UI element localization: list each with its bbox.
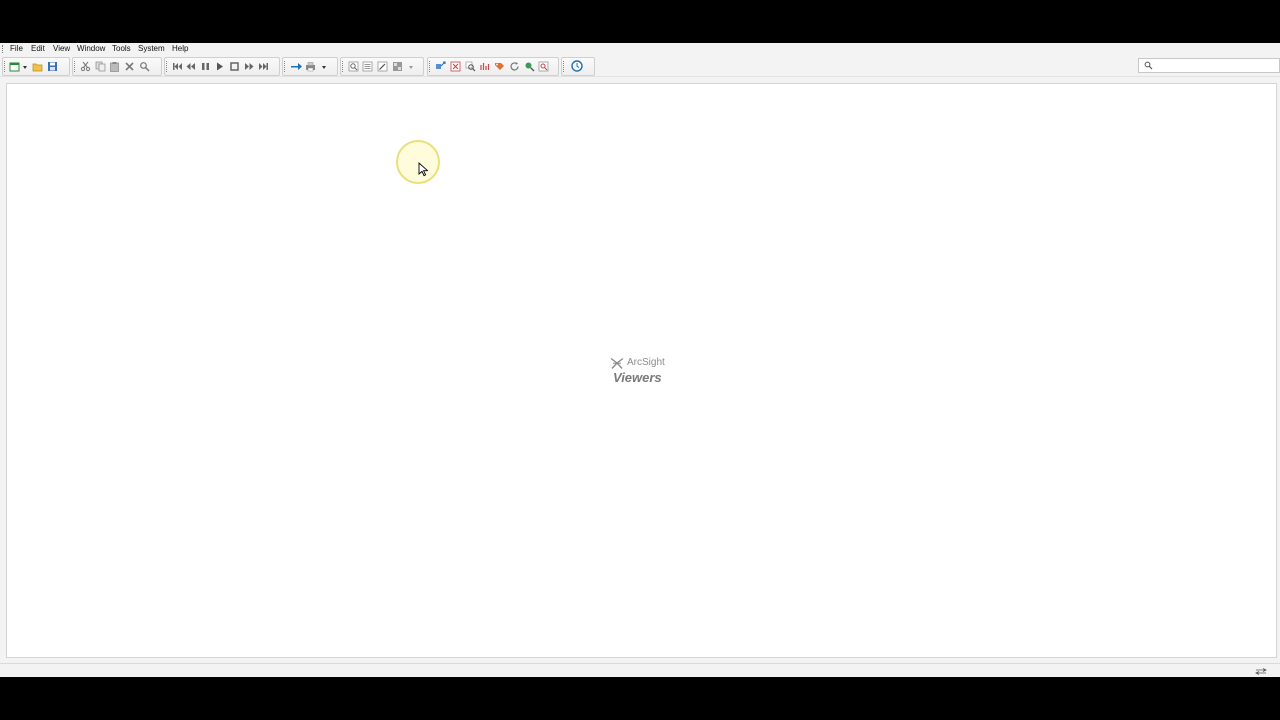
stop-icon[interactable] <box>229 61 240 72</box>
menu-edit[interactable]: Edit <box>29 44 47 54</box>
tag-icon[interactable] <box>494 61 505 72</box>
view-dropdown-icon[interactable] <box>409 66 413 69</box>
grid-view-icon[interactable] <box>392 61 403 72</box>
search-field[interactable] <box>1138 58 1280 73</box>
toolbar-view-group <box>340 57 424 76</box>
edit-view-icon[interactable] <box>377 61 388 72</box>
copy-icon[interactable] <box>95 61 106 72</box>
new-icon[interactable] <box>9 61 20 72</box>
menu-file[interactable]: File <box>8 44 25 54</box>
print-icon[interactable] <box>305 61 316 72</box>
toolbar <box>0 56 1280 77</box>
magnifier-icon <box>1144 61 1153 70</box>
play-icon[interactable] <box>214 61 225 72</box>
zoom-icon[interactable] <box>465 61 476 72</box>
refresh-icon[interactable] <box>509 61 520 72</box>
signal-icon[interactable] <box>479 61 490 72</box>
zoom-view-icon[interactable] <box>348 61 359 72</box>
toolbar-playback-group <box>164 57 280 76</box>
cut-icon[interactable] <box>80 61 91 72</box>
mouse-cursor-icon <box>418 162 428 177</box>
find-icon[interactable] <box>139 61 150 72</box>
send-icon[interactable] <box>290 61 303 72</box>
inspect-icon[interactable] <box>435 61 446 72</box>
brand-name: ArcSight <box>627 357 665 368</box>
menu-tools[interactable]: Tools <box>110 44 133 54</box>
menu-grip <box>2 45 5 53</box>
filter-icon[interactable] <box>450 61 461 72</box>
save-icon[interactable] <box>47 61 58 72</box>
resize-grip-icon[interactable] <box>1255 668 1267 676</box>
toolbar-time-group <box>561 57 595 76</box>
application-window: File Edit View Window Tools System Help <box>0 43 1280 677</box>
new-dropdown-icon[interactable] <box>23 66 27 69</box>
rewind-icon[interactable] <box>185 61 196 72</box>
paste-icon[interactable] <box>109 61 120 72</box>
status-bar <box>0 663 1280 677</box>
toolbar-file-group <box>2 57 70 76</box>
list-view-icon[interactable] <box>362 61 373 72</box>
toolbar-edit-group <box>72 57 162 76</box>
menu-view[interactable]: View <box>51 44 72 54</box>
search-globe-icon[interactable] <box>524 61 535 72</box>
viewer-panel: ArcSight Viewers <box>6 83 1277 658</box>
delete-icon[interactable] <box>124 61 135 72</box>
brand-logo: ArcSight Viewers <box>609 354 689 390</box>
print-dropdown-icon[interactable] <box>322 66 326 69</box>
search-input[interactable] <box>1155 60 1275 71</box>
menu-bar: File Edit View Window Tools System Help <box>0 43 1280 55</box>
menu-system[interactable]: System <box>136 44 167 54</box>
last-icon[interactable] <box>258 61 269 72</box>
toolbar-send-group <box>282 57 338 76</box>
image-search-icon[interactable] <box>538 61 549 72</box>
menu-help[interactable]: Help <box>170 44 190 54</box>
toolbar-tools-group <box>427 57 559 76</box>
arcsight-logo-icon <box>610 357 624 369</box>
clock-icon[interactable] <box>571 60 583 72</box>
brand-product-name: Viewers <box>613 370 662 385</box>
menu-window[interactable]: Window <box>75 44 107 54</box>
open-folder-icon[interactable] <box>32 61 43 72</box>
pause-icon[interactable] <box>200 61 211 72</box>
fast-forward-icon[interactable] <box>244 61 255 72</box>
first-icon[interactable] <box>172 61 183 72</box>
